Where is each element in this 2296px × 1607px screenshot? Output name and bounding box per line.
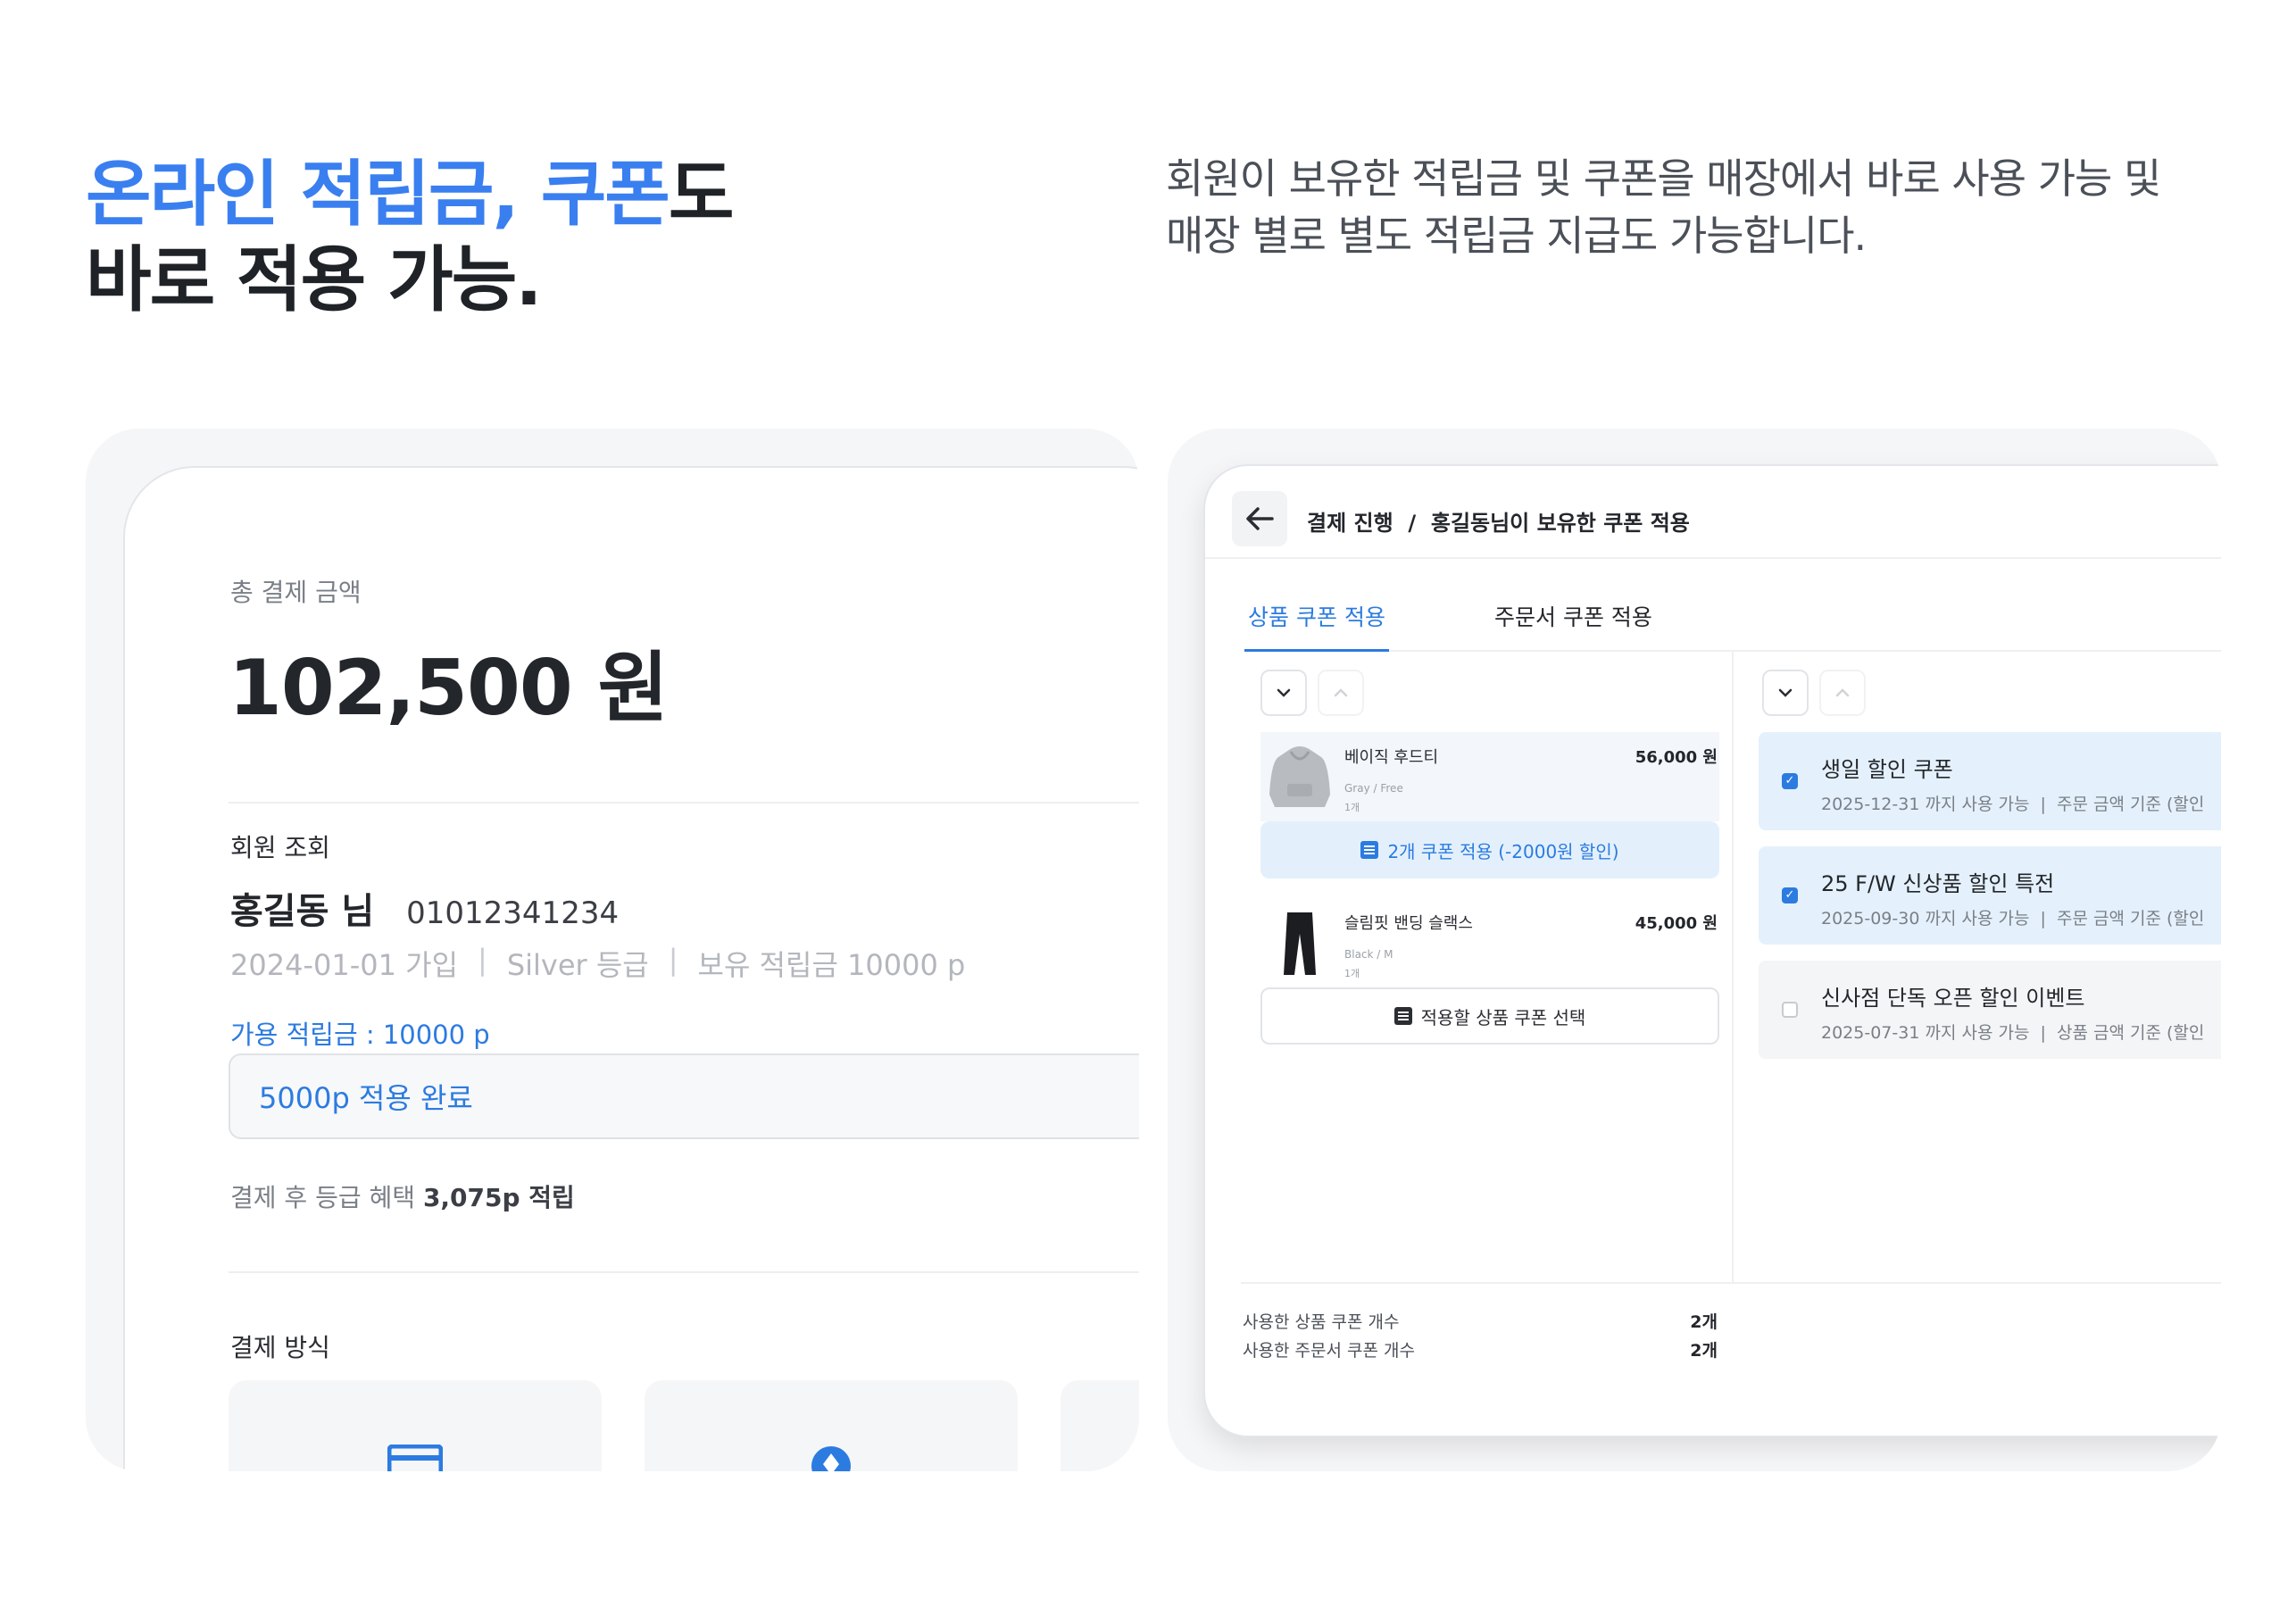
tab-order-coupon[interactable]: 주문서 쿠폰 적용 bbox=[1494, 595, 1652, 652]
coupon-item[interactable]: 신사점 단독 오픈 할인 이벤트 2025-07-31 까지 사용 가능 | 상… bbox=[1759, 961, 2221, 1059]
checkbox-unchecked[interactable] bbox=[1782, 1002, 1798, 1018]
coupon-detail: 2025-12-31 까지 사용 가능 | 주문 금액 기준 (할인 bbox=[1821, 795, 2205, 814]
checkbox-checked[interactable]: ✓ bbox=[1782, 773, 1798, 789]
grade-benefit: 결제 후 등급 혜택 3,075p 적립 bbox=[230, 1178, 575, 1214]
member-joined: 2024-01-01 가입 bbox=[230, 948, 459, 982]
product-name: 베이직 후드티 bbox=[1344, 748, 1439, 767]
hero-desc-line1: 회원이 보유한 적립금 및 쿠폰을 매장에서 바로 사용 가능 및 bbox=[1166, 154, 2161, 203]
coupon-item[interactable]: ✓ 생일 할인 쿠폰 2025-12-31 까지 사용 가능 | 주문 금액 기… bbox=[1759, 732, 2221, 830]
member-name: 홍길동 님 bbox=[230, 891, 375, 932]
summary-label: 사용한 주문서 쿠폰 개수 bbox=[1243, 1341, 1415, 1361]
total-amount: 102,500 원 bbox=[229, 644, 669, 733]
product-row[interactable]: 베이직 후드티 Gray / Free 1개 56,000 원 bbox=[1260, 732, 1719, 821]
location-pin-icon bbox=[811, 1446, 851, 1471]
coupon-item[interactable]: ✓ 25 F/W 신상품 할인 특전 2025-09-30 까지 사용 가능 |… bbox=[1759, 846, 2221, 945]
document-icon bbox=[1360, 841, 1379, 859]
product-quantity: 1개 bbox=[1344, 968, 1360, 979]
grade-benefit-prefix: 결제 후 등급 혜택 bbox=[230, 1183, 416, 1212]
meta-separator: | bbox=[478, 943, 487, 977]
collapse-button[interactable] bbox=[1318, 670, 1364, 716]
payment-method-label: 결제 방식 bbox=[230, 1333, 330, 1362]
divider bbox=[229, 1271, 1139, 1273]
divider bbox=[1241, 1282, 2221, 1284]
chevron-down-icon bbox=[1277, 688, 1291, 697]
hero-title-accent: 온라인 적립금, 쿠폰 bbox=[86, 153, 670, 236]
back-button[interactable] bbox=[1232, 491, 1287, 546]
hero-title-line2: 바로 적용 가능. bbox=[86, 238, 543, 321]
points-input[interactable]: 5000p 적용 완료 bbox=[229, 1053, 1139, 1139]
slacks-image bbox=[1284, 912, 1316, 975]
coupon-tabs: 상품 쿠폰 적용 주문서 쿠폰 적용 bbox=[1244, 595, 2221, 652]
chevron-up-icon bbox=[1835, 688, 1850, 697]
summary-value: 2개 bbox=[1690, 1312, 1718, 1332]
hero-title-line1: 온라인 적립금, 쿠폰도 bbox=[86, 152, 735, 237]
hero-desc-line2: 매장 별로 별도 적립금 지급도 가능합니다. bbox=[1166, 212, 1867, 260]
payment-card: 총 결제 금액 102,500 원 회원 조회 홍길동 님 0101234123… bbox=[123, 466, 1139, 1471]
expand-button[interactable] bbox=[1762, 670, 1809, 716]
coupon-detail: 2025-07-31 까지 사용 가능 | 상품 금액 기준 (할인 bbox=[1821, 1023, 2205, 1043]
member-meta: 2024-01-01 가입 | Silver 등급 | 보유 적립금 10000… bbox=[230, 943, 965, 984]
meta-separator: | bbox=[668, 943, 678, 977]
member-grade: Silver 등급 bbox=[506, 948, 649, 982]
grade-benefit-value: 3,075p 적립 bbox=[422, 1183, 575, 1212]
product-name: 슬림핏 밴딩 슬랙스 bbox=[1344, 914, 1473, 933]
summary-value: 2개 bbox=[1690, 1341, 1718, 1361]
hero-description: 회원이 보유한 적립금 및 쿠폰을 매장에서 바로 사용 가능 및 매장 별로 … bbox=[1166, 150, 2237, 264]
summary-label: 사용한 상품 쿠폰 개수 bbox=[1243, 1312, 1400, 1332]
column-divider bbox=[1732, 652, 1734, 1282]
select-coupon-button[interactable]: 적용할 상품 쿠폰 선택 bbox=[1260, 987, 1719, 1045]
coupon-title: 생일 할인 쿠폰 bbox=[1821, 757, 1953, 782]
applied-coupon-button[interactable]: 2개 쿠폰 적용 (-2000원 할인) bbox=[1260, 821, 1719, 878]
points-input-value: 5000p 적용 완료 bbox=[259, 1081, 473, 1115]
product-option: Gray / Free bbox=[1344, 782, 1403, 795]
hoodie-image bbox=[1269, 746, 1330, 807]
document-icon bbox=[1393, 1007, 1412, 1025]
total-amount-label: 총 결제 금액 bbox=[230, 578, 362, 607]
chevron-down-icon bbox=[1778, 688, 1793, 697]
arrow-left-icon bbox=[1246, 507, 1274, 530]
product-quantity: 1개 bbox=[1344, 802, 1360, 813]
coupon-card-screen: 결제 진행 / 홍길동님이 보유한 쿠폰 적용 상품 쿠폰 적용 주문서 쿠폰 … bbox=[1203, 464, 2221, 1437]
breadcrumb: 결제 진행 / 홍길동님이 보유한 쿠폰 적용 bbox=[1307, 511, 1690, 536]
coupon-panel: 결제 진행 / 홍길동님이 보유한 쿠폰 적용 상품 쿠폰 적용 주문서 쿠폰 … bbox=[1168, 429, 2221, 1471]
available-points-label: 가용 적립금 : 10000 p bbox=[230, 1020, 490, 1050]
chevron-up-icon bbox=[1334, 688, 1348, 697]
member-info: 홍길동 님 01012341234 bbox=[230, 882, 619, 934]
member-points: 보유 적립금 10000 p bbox=[697, 948, 966, 982]
product-row[interactable]: 슬림핏 밴딩 슬랙스 Black / M 1개 45,000 원 bbox=[1260, 898, 1719, 987]
product-option: Black / M bbox=[1344, 948, 1393, 961]
divider bbox=[229, 802, 1139, 804]
checkbox-checked[interactable]: ✓ bbox=[1782, 887, 1798, 903]
member-section-label: 회원 조회 bbox=[230, 833, 330, 862]
expand-button[interactable] bbox=[1260, 670, 1307, 716]
top-bar: 결제 진행 / 홍길동님이 보유한 쿠폰 적용 bbox=[1205, 466, 2221, 559]
hero-title-tail: 도 bbox=[668, 153, 735, 236]
hero-title: 온라인 적립금, 쿠폰도 바로 적용 가능. bbox=[86, 152, 735, 323]
payment-method-other[interactable] bbox=[1061, 1380, 1139, 1471]
member-phone: 01012341234 bbox=[406, 895, 620, 931]
product-price: 45,000 원 bbox=[1635, 914, 1718, 933]
product-price: 56,000 원 bbox=[1635, 748, 1718, 767]
tab-product-coupon[interactable]: 상품 쿠폰 적용 bbox=[1244, 595, 1389, 652]
payment-panel: 총 결제 금액 102,500 원 회원 조회 홍길동 님 0101234123… bbox=[86, 429, 1139, 1471]
select-coupon-label: 적용할 상품 쿠폰 선택 bbox=[1420, 1006, 1586, 1028]
card-icon bbox=[387, 1445, 443, 1471]
collapse-button[interactable] bbox=[1819, 670, 1866, 716]
applied-coupon-label: 2개 쿠폰 적용 (-2000원 할인) bbox=[1387, 840, 1619, 862]
coupon-detail: 2025-09-30 까지 사용 가능 | 주문 금액 기준 (할인 bbox=[1821, 909, 2205, 928]
coupon-title: 25 F/W 신상품 할인 특전 bbox=[1821, 871, 2055, 896]
coupon-title: 신사점 단독 오픈 할인 이벤트 bbox=[1821, 986, 2085, 1011]
